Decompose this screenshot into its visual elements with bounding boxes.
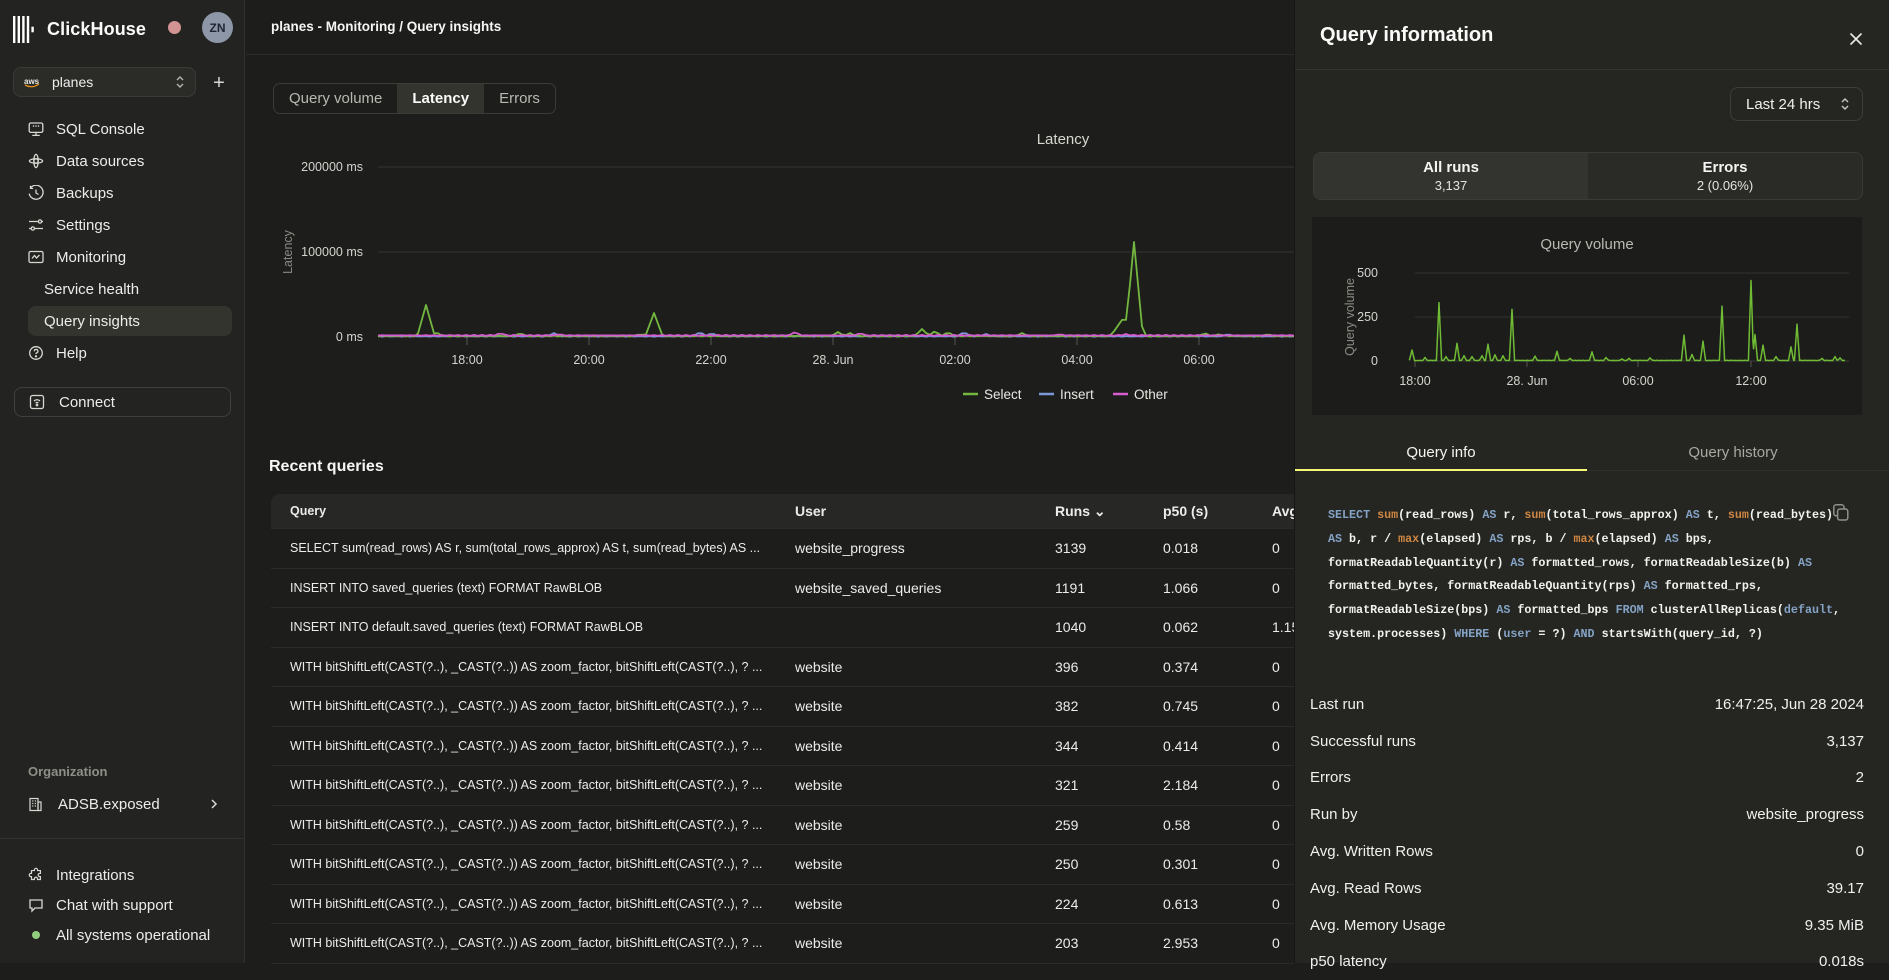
- svg-text:28. Jun: 28. Jun: [1506, 374, 1547, 388]
- svg-text:Query volume: Query volume: [1343, 278, 1357, 356]
- svg-text:22:00: 22:00: [695, 353, 726, 367]
- svg-text:100000 ms: 100000 ms: [301, 245, 363, 259]
- svg-text:500: 500: [1357, 266, 1378, 280]
- svg-text:Latency: Latency: [281, 229, 295, 274]
- svg-text:20:00: 20:00: [573, 353, 604, 367]
- svg-text:28. Jun: 28. Jun: [812, 353, 853, 367]
- svg-text:Other: Other: [1134, 387, 1168, 402]
- svg-text:Query volume: Query volume: [1540, 236, 1633, 253]
- svg-text:0 ms: 0 ms: [336, 330, 363, 344]
- svg-text:12:00: 12:00: [1735, 374, 1766, 388]
- svg-text:200000 ms: 200000 ms: [301, 160, 363, 174]
- svg-text:Select: Select: [984, 387, 1022, 402]
- svg-text:Latency: Latency: [1037, 131, 1090, 148]
- svg-text:06:00: 06:00: [1183, 353, 1214, 367]
- svg-text:06:00: 06:00: [1622, 374, 1653, 388]
- svg-text:02:00: 02:00: [939, 353, 970, 367]
- svg-text:18:00: 18:00: [451, 353, 482, 367]
- svg-text:18:00: 18:00: [1399, 374, 1430, 388]
- svg-text:04:00: 04:00: [1061, 353, 1092, 367]
- svg-text:0: 0: [1371, 354, 1378, 368]
- svg-text:Insert: Insert: [1060, 387, 1094, 402]
- svg-text:250: 250: [1357, 310, 1378, 324]
